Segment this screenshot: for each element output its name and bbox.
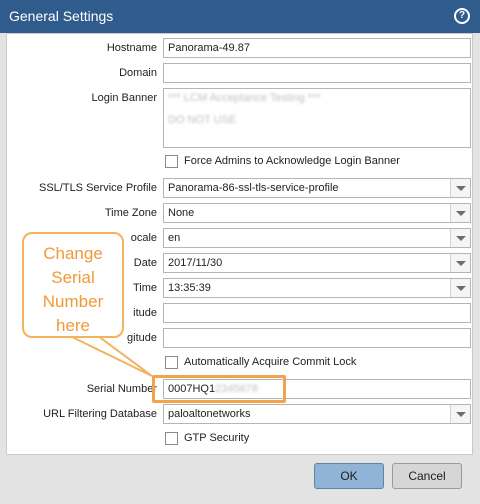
login-banner-label: Login Banner: [91, 92, 157, 104]
serial-number-highlight: [152, 375, 286, 403]
latitude-input[interactable]: [163, 303, 471, 323]
callout-line-3: Number: [42, 292, 104, 311]
url-filtering-select[interactable]: paloaltonetworks: [163, 404, 471, 424]
date-value: 2017/11/30: [168, 257, 223, 269]
cancel-button[interactable]: Cancel: [392, 463, 462, 489]
hostname-input[interactable]: Panorama-49.87: [163, 38, 471, 58]
serial-number-label: Serial Number: [86, 383, 157, 395]
ssl-tls-value: Panorama-86-ssl-tls-service-profile: [168, 182, 339, 194]
callout-line-4: here: [55, 316, 91, 335]
url-filtering-label: URL Filtering Database: [43, 408, 157, 420]
ssl-tls-select[interactable]: Panorama-86-ssl-tls-service-profile: [163, 178, 471, 198]
time-select[interactable]: 13:35:39: [163, 278, 471, 298]
date-select[interactable]: 2017/11/30: [163, 253, 471, 273]
locale-select[interactable]: en: [163, 228, 471, 248]
time-zone-select[interactable]: None: [163, 203, 471, 223]
ok-button[interactable]: OK: [314, 463, 384, 489]
login-banner-line-2: DO NOT USE: [168, 114, 237, 126]
time-zone-label: Time Zone: [104, 207, 157, 219]
time-zone-value: None: [168, 207, 195, 219]
gtp-security-checkbox[interactable]: [165, 432, 178, 445]
chevron-down-icon[interactable]: [450, 179, 470, 197]
dialog-title: General Settings: [9, 8, 114, 24]
hostname-label: Hostname: [106, 42, 157, 54]
chevron-down-icon[interactable]: [450, 204, 470, 222]
callout-line-2: Serial: [51, 268, 95, 287]
chevron-down-icon[interactable]: [450, 229, 470, 247]
force-ack-label: Force Admins to Acknowledge Login Banner: [184, 155, 400, 167]
login-banner-line-1: *** LCM Acceptance Testing ***: [168, 92, 321, 104]
ssl-tls-label: SSL/TLS Service Profile: [39, 182, 157, 194]
general-settings-dialog: General Settings ? Hostname Panorama-49.…: [0, 0, 480, 504]
locale-value: en: [168, 232, 181, 244]
chevron-down-icon[interactable]: [450, 405, 470, 423]
domain-input[interactable]: [163, 63, 471, 83]
url-filtering-value: paloaltonetworks: [168, 408, 251, 420]
auto-commit-lock-label: Automatically Acquire Commit Lock: [184, 356, 357, 368]
domain-label: Domain: [119, 67, 157, 79]
help-icon[interactable]: ?: [454, 8, 470, 24]
callout-line-1: Change: [43, 244, 103, 263]
chevron-down-icon[interactable]: [450, 279, 470, 297]
gtp-security-label: GTP Security: [184, 432, 250, 444]
callout-box: Change Serial Number here: [22, 232, 124, 338]
longitude-input[interactable]: [163, 328, 471, 348]
auto-commit-lock-checkbox[interactable]: [165, 356, 178, 369]
force-ack-checkbox[interactable]: [165, 155, 178, 168]
time-value: 13:35:39: [168, 282, 211, 294]
login-banner-textarea[interactable]: *** LCM Acceptance Testing *** DO NOT US…: [163, 88, 471, 148]
dialog-titlebar: General Settings ?: [0, 0, 480, 33]
chevron-down-icon[interactable]: [450, 254, 470, 272]
callout-text: Change Serial Number here: [24, 242, 122, 338]
